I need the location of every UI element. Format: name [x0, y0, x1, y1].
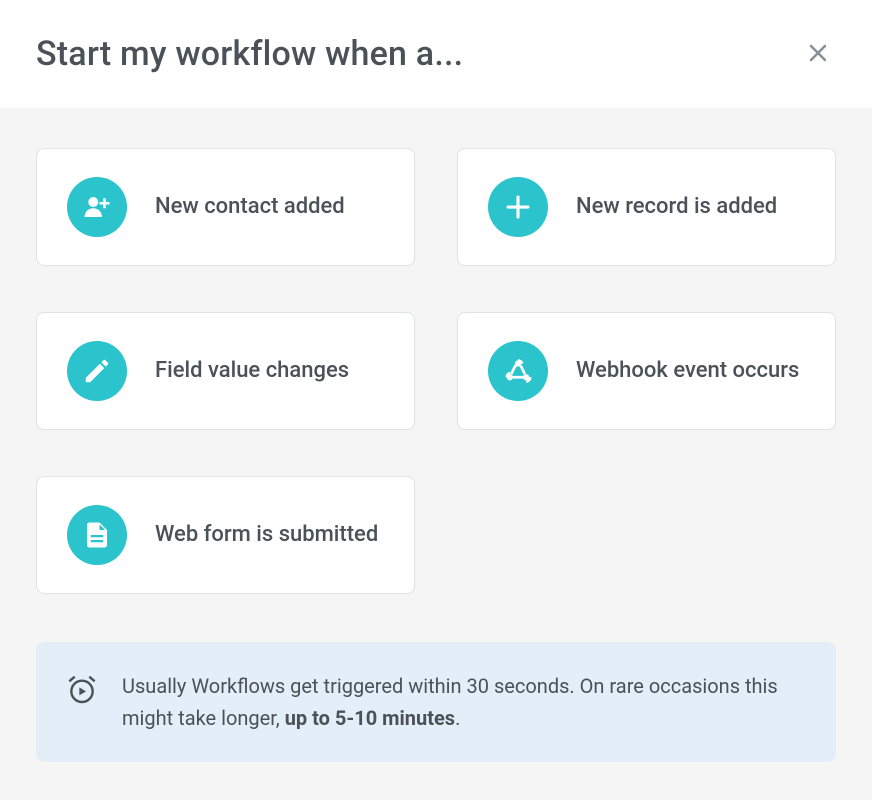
trigger-new-record[interactable]: New record is added — [457, 148, 836, 266]
trigger-new-contact[interactable]: New contact added — [36, 148, 415, 266]
info-banner: Usually Workflows get triggered within 3… — [36, 642, 836, 762]
info-text: Usually Workflows get triggered within 3… — [122, 670, 806, 734]
workflow-trigger-modal: Start my workflow when a... — [0, 0, 872, 798]
modal-header: Start my workflow when a... — [0, 0, 872, 108]
modal-title: Start my workflow when a... — [36, 34, 463, 74]
webhook-icon — [488, 341, 548, 401]
info-text-bold: up to 5-10 minutes — [285, 706, 455, 730]
close-icon — [806, 41, 830, 68]
trigger-field-change[interactable]: Field value changes — [36, 312, 415, 430]
close-button[interactable] — [800, 35, 836, 74]
plus-icon — [488, 177, 548, 237]
trigger-grid: New contact added New record is added — [36, 148, 836, 594]
trigger-label: Web form is submitted — [155, 520, 378, 551]
trigger-label: Webhook event occurs — [576, 356, 799, 387]
form-icon — [67, 505, 127, 565]
pencil-icon — [67, 341, 127, 401]
trigger-web-form[interactable]: Web form is submitted — [36, 476, 415, 594]
person-add-icon — [67, 177, 127, 237]
trigger-label: New contact added — [155, 192, 345, 223]
modal-body: New contact added New record is added — [0, 108, 872, 798]
trigger-label: Field value changes — [155, 356, 349, 387]
info-text-suffix: . — [455, 706, 460, 730]
trigger-label: New record is added — [576, 192, 777, 223]
clock-icon — [66, 674, 98, 706]
trigger-webhook[interactable]: Webhook event occurs — [457, 312, 836, 430]
